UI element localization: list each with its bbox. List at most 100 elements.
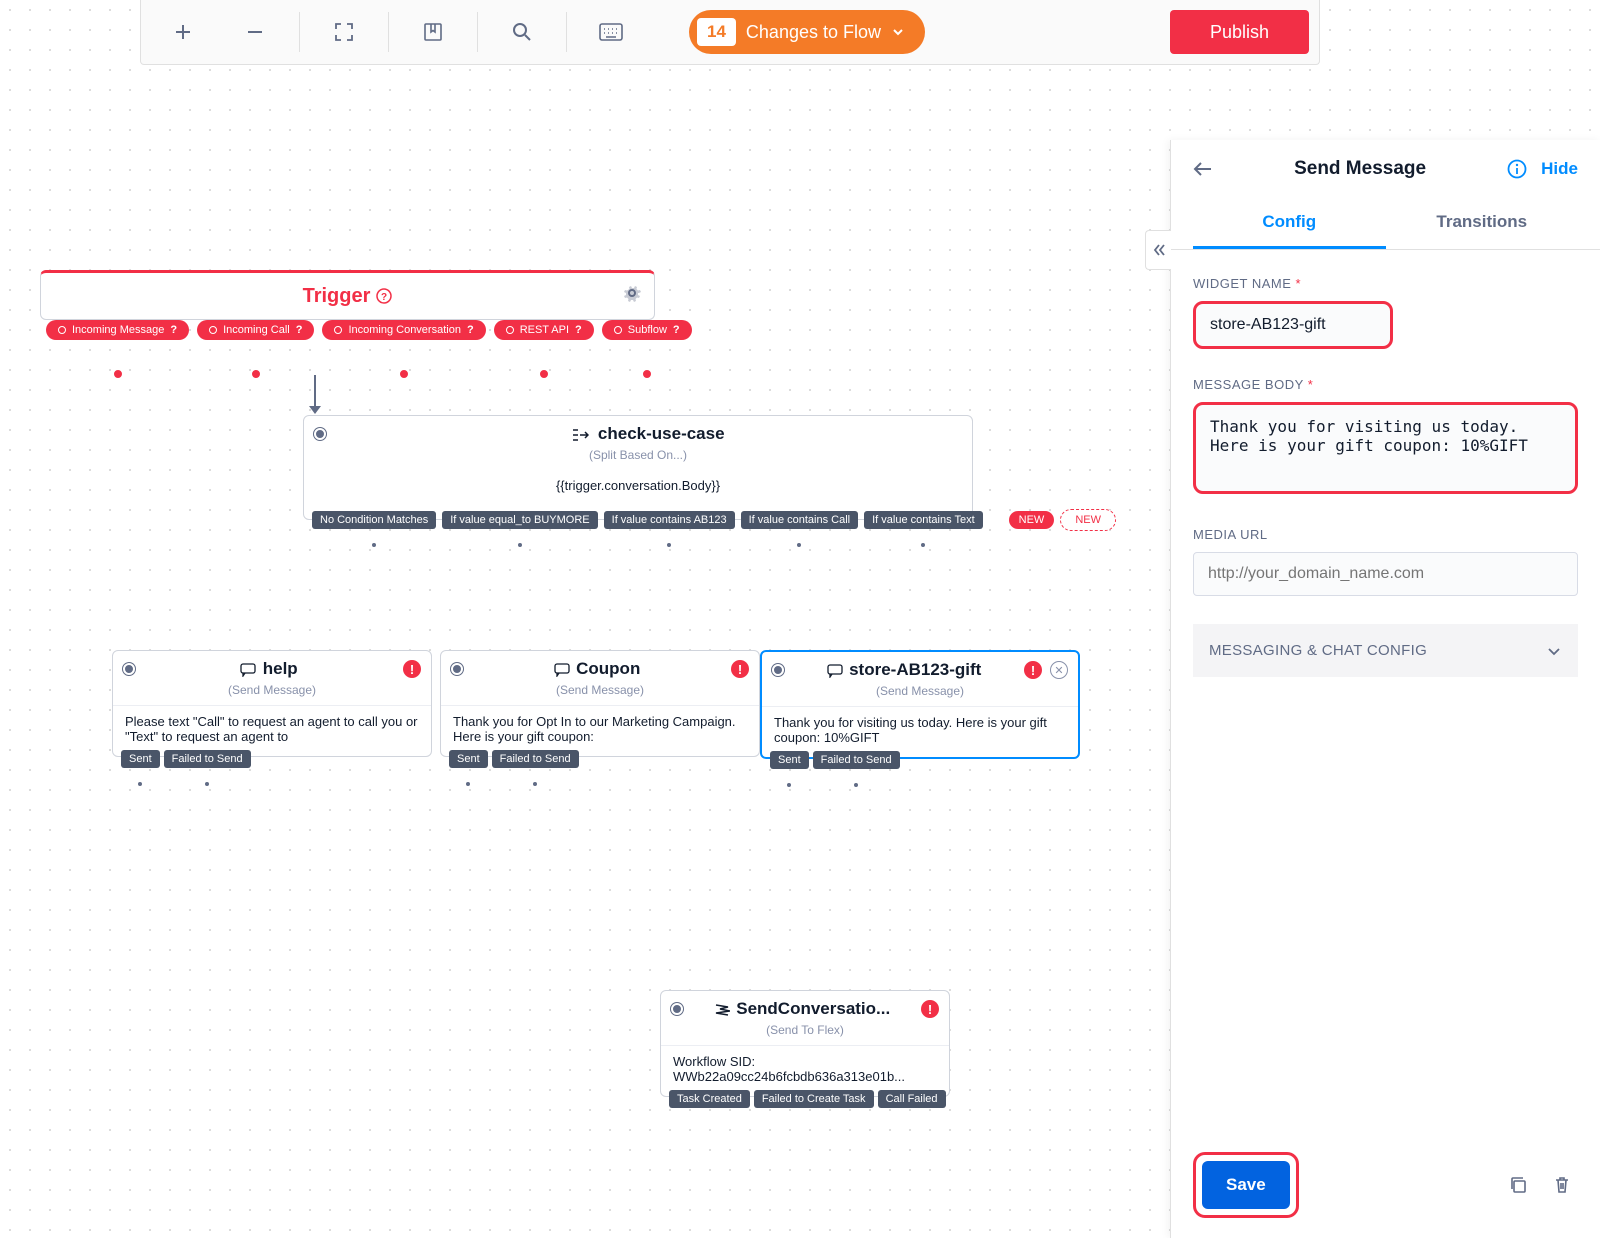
split-port-no-match[interactable]: No Condition Matches — [312, 511, 436, 529]
drag-handle[interactable] — [314, 428, 326, 440]
widget-name-input[interactable] — [1193, 301, 1393, 349]
media-url-input[interactable] — [1193, 552, 1578, 596]
toolbar-divider — [388, 12, 389, 52]
split-port-call[interactable]: If value contains Call — [741, 511, 859, 529]
save-button[interactable]: Save — [1202, 1161, 1290, 1209]
toolbar: 14 Changes to Flow Publish — [140, 0, 1320, 65]
message-icon — [240, 663, 256, 677]
fit-screen-button[interactable] — [312, 8, 376, 56]
tab-transitions[interactable]: Transitions — [1386, 198, 1579, 249]
trigger-pill-incoming-conversation[interactable]: Incoming Conversation? — [322, 320, 485, 340]
svg-text:?: ? — [381, 292, 387, 303]
toolbar-divider — [299, 12, 300, 52]
delete-button[interactable] — [1546, 1169, 1578, 1201]
drag-handle[interactable] — [772, 664, 784, 676]
trigger-pill-incoming-message[interactable]: Incoming Message? — [46, 320, 189, 340]
drag-handle[interactable] — [123, 663, 135, 675]
help-title: help — [263, 659, 298, 678]
coupon-node[interactable]: Coupon ! (Send Message) Thank you for Op… — [440, 650, 760, 757]
config-panel: Send Message Hide Config Transitions WID… — [1170, 140, 1600, 1238]
port-sent[interactable]: Sent — [449, 750, 488, 768]
coupon-subtitle: (Send Message) — [441, 683, 759, 697]
message-body-label: MESSAGE BODY* — [1193, 377, 1578, 392]
flex-body-value: WWb22a09cc24b6fcbdb636a313e01b... — [673, 1069, 905, 1084]
toolbar-divider — [566, 12, 567, 52]
split-ports: No Condition Matches If value equal_to B… — [312, 509, 1116, 531]
help-body: Please text "Call" to request an agent t… — [113, 705, 431, 756]
trigger-output-pills: Incoming Message? Incoming Call? Incomin… — [46, 320, 692, 340]
close-icon[interactable]: ✕ — [1050, 661, 1068, 679]
panel-collapse-button[interactable] — [1145, 230, 1171, 270]
split-port-text[interactable]: If value contains Text — [864, 511, 983, 529]
changes-count: 14 — [697, 18, 736, 46]
settings-icon[interactable] — [622, 283, 642, 303]
warning-icon: ! — [1024, 661, 1042, 679]
panel-header: Send Message Hide — [1171, 140, 1600, 198]
coupon-ports: Sent Failed to Send — [449, 750, 579, 768]
drag-handle[interactable] — [671, 1003, 683, 1015]
message-icon — [827, 664, 843, 678]
changes-to-flow-pill[interactable]: 14 Changes to Flow — [689, 10, 925, 54]
help-node[interactable]: help ! (Send Message) Please text "Call"… — [112, 650, 432, 757]
gift-title: store-AB123-gift — [849, 660, 981, 679]
split-port-buymore[interactable]: If value equal_to BUYMORE — [442, 511, 597, 529]
copy-button[interactable] — [1502, 1169, 1534, 1201]
trigger-pill-rest-api[interactable]: REST API? — [494, 320, 594, 340]
search-button[interactable] — [490, 8, 554, 56]
port-failed[interactable]: Failed to Send — [813, 751, 900, 769]
gift-subtitle: (Send Message) — [762, 684, 1078, 698]
message-icon — [554, 663, 570, 677]
trigger-pill-incoming-call[interactable]: Incoming Call? — [197, 320, 314, 340]
split-port-new-red[interactable]: NEW — [1009, 511, 1055, 529]
port-failed-create[interactable]: Failed to Create Task — [754, 1090, 874, 1108]
port-sent[interactable]: Sent — [121, 750, 160, 768]
accordion-label: MESSAGING & CHAT CONFIG — [1209, 642, 1427, 659]
port-task-created[interactable]: Task Created — [669, 1090, 750, 1108]
changes-label: Changes to Flow — [746, 22, 881, 43]
publish-button[interactable]: Publish — [1170, 10, 1309, 54]
gift-node[interactable]: store-AB123-gift ! ✕ (Send Message) Than… — [760, 650, 1080, 759]
keyboard-shortcuts-button[interactable] — [579, 8, 643, 56]
panel-body: WIDGET NAME* MESSAGE BODY* MEDIA URL MES… — [1171, 250, 1600, 1132]
message-body-input[interactable] — [1193, 402, 1578, 494]
flex-icon — [714, 1003, 730, 1017]
panel-footer: Save — [1171, 1132, 1600, 1238]
coupon-title: Coupon — [576, 659, 640, 678]
flex-node[interactable]: SendConversatio... ! (Send To Flex) Work… — [660, 990, 950, 1097]
chevron-down-icon — [891, 25, 905, 39]
help-ports: Sent Failed to Send — [121, 750, 251, 768]
trigger-node[interactable]: Trigger ? — [40, 270, 655, 320]
flex-ports: Task Created Failed to Create Task Call … — [669, 1090, 946, 1108]
chevron-down-icon — [1546, 643, 1562, 659]
info-icon[interactable] — [1507, 159, 1527, 179]
coupon-body: Thank you for Opt In to our Marketing Ca… — [441, 705, 759, 756]
messaging-chat-config-accordion[interactable]: MESSAGING & CHAT CONFIG — [1193, 624, 1578, 677]
port-failed[interactable]: Failed to Send — [492, 750, 579, 768]
port-call-failed[interactable]: Call Failed — [878, 1090, 946, 1108]
port-failed[interactable]: Failed to Send — [164, 750, 251, 768]
split-port-new-dashed[interactable]: NEW — [1060, 509, 1116, 531]
split-port-ab123[interactable]: If value contains AB123 — [604, 511, 735, 529]
trigger-pill-subflow[interactable]: Subflow? — [602, 320, 692, 340]
zoom-in-button[interactable] — [151, 8, 215, 56]
port-sent[interactable]: Sent — [770, 751, 809, 769]
help-subtitle: (Send Message) — [113, 683, 431, 697]
bookmark-button[interactable] — [401, 8, 465, 56]
chevron-left-double-icon — [1152, 243, 1166, 257]
zoom-out-button[interactable] — [223, 8, 287, 56]
back-button[interactable] — [1193, 161, 1213, 177]
connector-arrow-icon — [309, 406, 321, 414]
warning-icon: ! — [403, 660, 421, 678]
hide-button[interactable]: Hide — [1541, 159, 1578, 179]
gift-ports: Sent Failed to Send — [770, 751, 900, 769]
toolbar-divider — [477, 12, 478, 52]
flex-body: Workflow SID: WWb22a09cc24b6fcbdb636a313… — [661, 1045, 949, 1096]
split-title: check-use-case — [598, 424, 725, 443]
gift-body: Thank you for visiting us today. Here is… — [762, 706, 1078, 757]
tab-config[interactable]: Config — [1193, 198, 1386, 249]
media-url-label: MEDIA URL — [1193, 527, 1578, 542]
panel-title: Send Message — [1227, 158, 1493, 180]
drag-handle[interactable] — [451, 663, 463, 675]
split-node[interactable]: check-use-case (Split Based On...) {{tri… — [303, 415, 973, 520]
help-icon: ? — [376, 288, 392, 304]
